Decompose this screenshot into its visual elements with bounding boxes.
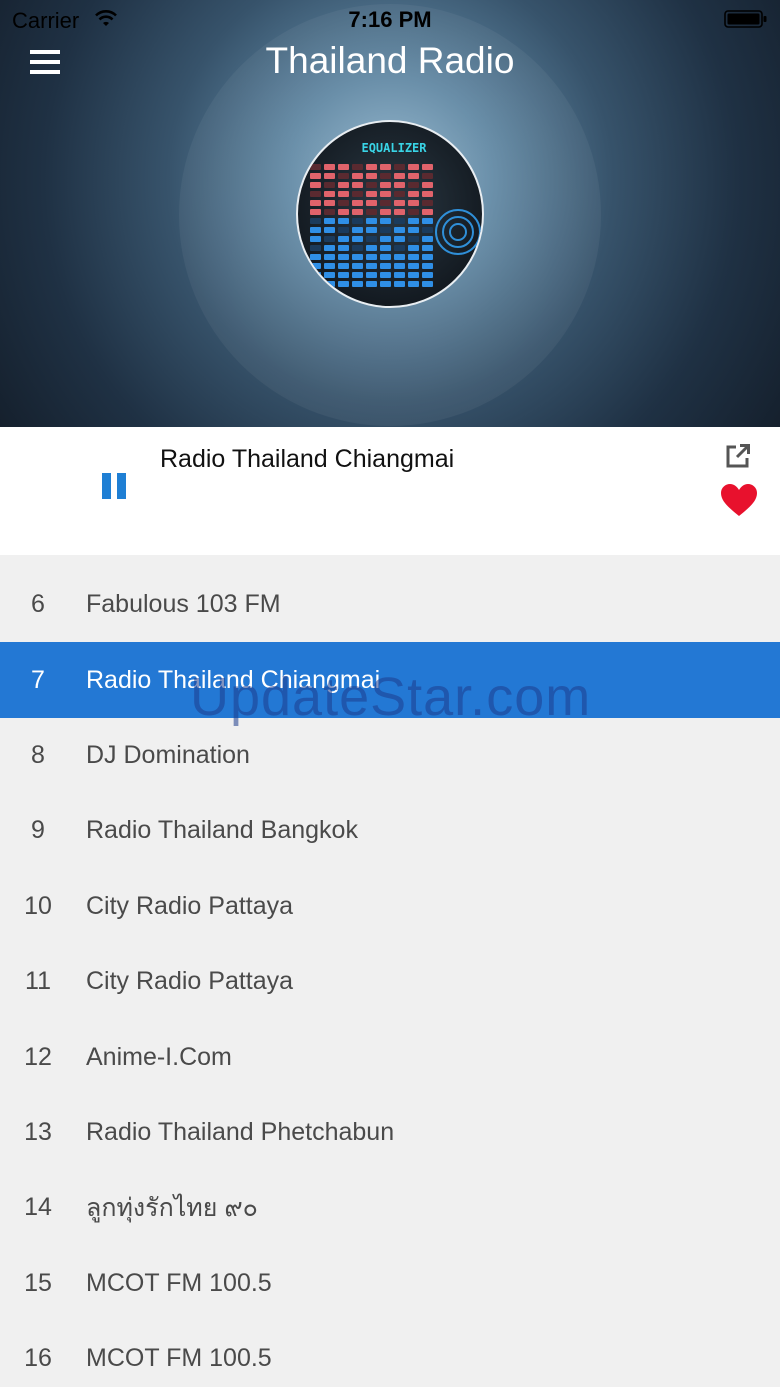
station-row[interactable]: 16 MCOT FM 100.5 bbox=[0, 1321, 780, 1387]
clock-label: 7:16 PM bbox=[348, 7, 432, 32]
station-name: City Radio Pattaya bbox=[86, 967, 294, 996]
battery-icon bbox=[724, 10, 767, 28]
station-name: MCOT FM 100.5 bbox=[86, 1344, 272, 1373]
station-number: 16 bbox=[24, 1344, 52, 1373]
station-number: 14 bbox=[24, 1193, 52, 1222]
equalizer-bars bbox=[310, 164, 433, 287]
app-screen: Carrier 7:16 PM Thailand Radio EQUALIZER bbox=[0, 0, 780, 1387]
station-row[interactable]: 14 ลูกทุ่งรักไทย ๙๐ bbox=[0, 1170, 780, 1245]
station-row[interactable]: 15 MCOT FM 100.5 bbox=[0, 1246, 780, 1321]
pause-icon-bar bbox=[117, 473, 126, 499]
pause-icon bbox=[102, 473, 111, 499]
station-logo: EQUALIZER bbox=[296, 120, 484, 308]
now-playing-bar: Radio Thailand Chiangmai bbox=[0, 427, 780, 555]
station-number: 15 bbox=[24, 1268, 52, 1297]
station-number: 10 bbox=[24, 891, 52, 920]
station-number: 7 bbox=[31, 665, 45, 694]
heart-icon[interactable] bbox=[720, 483, 758, 517]
station-name: Anime-I.Com bbox=[86, 1042, 232, 1071]
header-hero: Carrier 7:16 PM Thailand Radio EQUALIZER bbox=[0, 0, 780, 427]
station-name: DJ Domination bbox=[86, 740, 250, 769]
station-row[interactable]: 12 Anime-I.Com bbox=[0, 1019, 780, 1094]
station-row[interactable]: 13 Radio Thailand Phetchabun bbox=[0, 1095, 780, 1170]
now-playing-title: Radio Thailand Chiangmai bbox=[160, 445, 455, 473]
station-number: 12 bbox=[24, 1042, 52, 1071]
station-number: 6 bbox=[31, 590, 45, 619]
station-row[interactable]: 10 City Radio Pattaya bbox=[0, 869, 780, 944]
station-row[interactable]: 6 Fabulous 103 FM bbox=[0, 567, 780, 642]
logo-text: EQUALIZER bbox=[361, 141, 427, 155]
station-number: 9 bbox=[31, 816, 45, 845]
station-number: 8 bbox=[31, 740, 45, 769]
station-row[interactable]: 9 Radio Thailand Bangkok bbox=[0, 793, 780, 868]
equalizer-logo-graphic: EQUALIZER bbox=[310, 141, 481, 287]
station-name: Radio Thailand Bangkok bbox=[86, 816, 358, 845]
watermark-text: UpdateStar.com bbox=[190, 667, 592, 727]
station-number: 13 bbox=[24, 1117, 52, 1146]
status-bar: Carrier 7:16 PM bbox=[0, 0, 780, 40]
station-name: MCOT FM 100.5 bbox=[86, 1268, 272, 1297]
station-name: ลูกทุ่งรักไทย ๙๐ bbox=[86, 1193, 258, 1222]
page-title: Thailand Radio bbox=[265, 40, 515, 81]
station-number: 11 bbox=[25, 967, 51, 996]
station-row[interactable]: 8 DJ Domination bbox=[0, 718, 780, 793]
share-icon[interactable] bbox=[725, 443, 751, 469]
station-name: City Radio Pattaya bbox=[86, 891, 294, 920]
station-name: Radio Thailand Phetchabun bbox=[86, 1117, 395, 1146]
station-name: Fabulous 103 FM bbox=[86, 590, 281, 619]
pause-button[interactable] bbox=[100, 473, 128, 501]
station-row[interactable]: 11 City Radio Pattaya bbox=[0, 944, 780, 1019]
